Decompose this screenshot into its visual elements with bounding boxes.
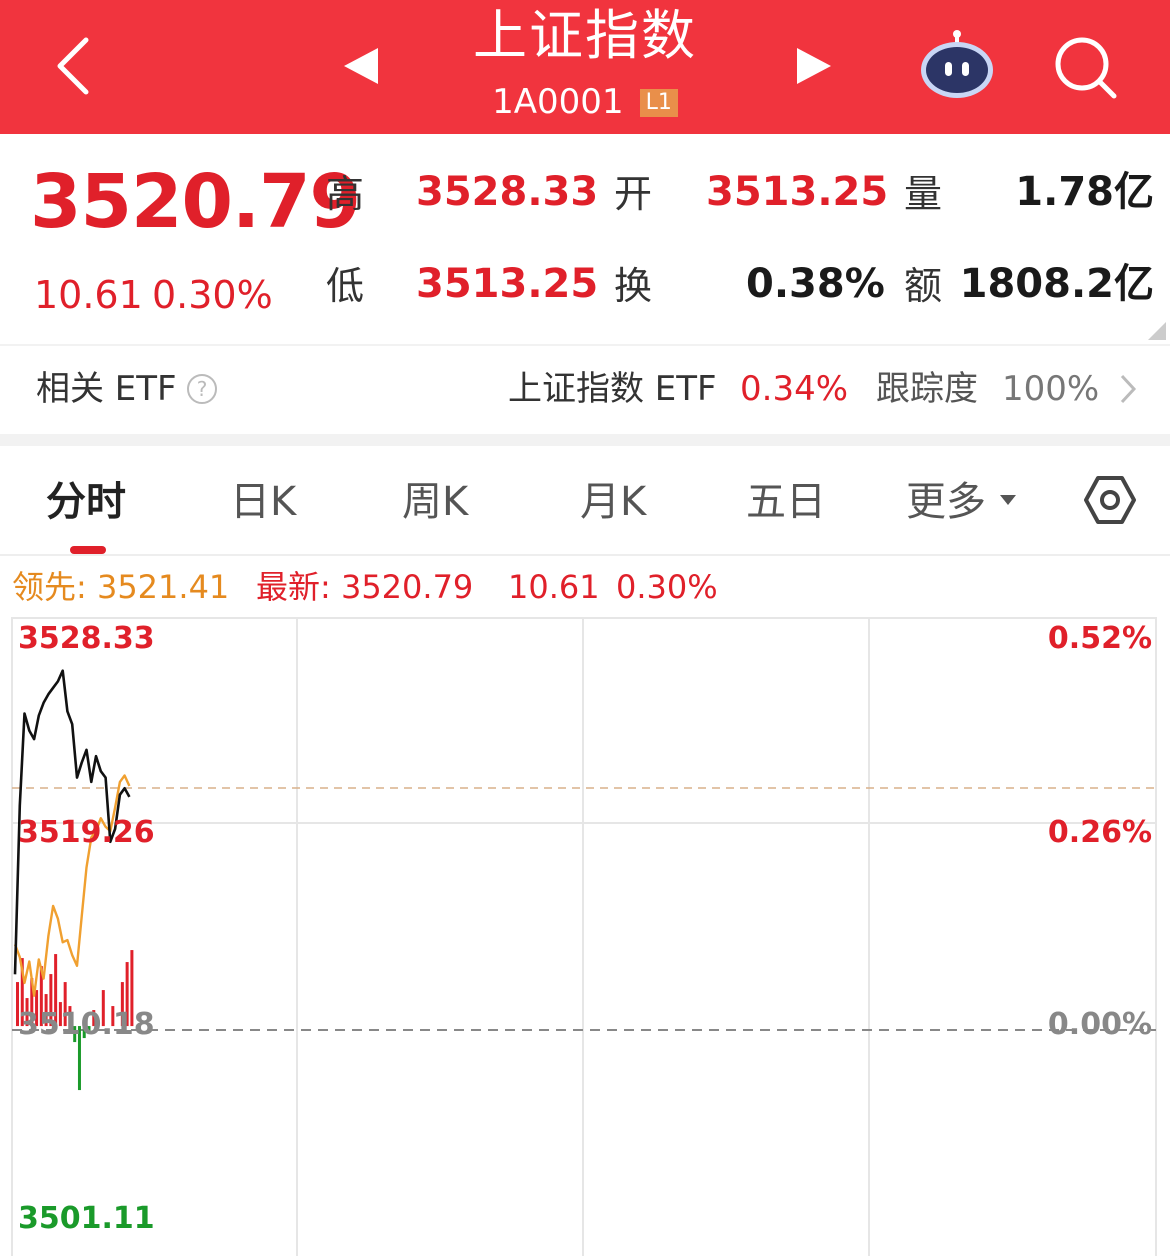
active-tab-indicator (70, 546, 106, 554)
divider (0, 344, 1170, 346)
next-index-icon[interactable] (795, 44, 835, 88)
volume-value: 1.78亿 (1015, 169, 1154, 215)
open-value: 3513.25 (706, 169, 889, 215)
related-etf-label: 相关 ETF (36, 369, 177, 409)
high-value: 3528.33 (416, 169, 599, 215)
price-change: 10.61 (34, 273, 143, 317)
current-price: 3520.79 (30, 159, 361, 245)
amount-value: 1808.2亿 (959, 261, 1154, 307)
axis-labels: 3528.33 3519.26 3510.18 3501.11 0.52% 0.… (18, 621, 1152, 1236)
intraday-chart[interactable]: 3528.33 3519.26 3510.18 3501.11 0.52% 0.… (0, 600, 1170, 1256)
turnover-value: 0.38% (746, 261, 885, 307)
tab-five-day[interactable]: 五日 (746, 474, 826, 530)
price-change-percent: 0.30% (152, 273, 273, 317)
chart-grid (11, 617, 1157, 1256)
etf-change-percent: 0.34% (740, 369, 849, 409)
svg-text:?: ? (197, 377, 208, 401)
y-right-tick: 0.26% (1048, 815, 1152, 850)
y-left-tick: 3510.18 (18, 1007, 155, 1042)
amount-label: 额 (904, 264, 943, 308)
tab-weekly-k[interactable]: 周K (402, 474, 468, 530)
section-gap (0, 434, 1170, 446)
low-label: 低 (326, 264, 365, 308)
tab-more[interactable]: 更多 (906, 474, 986, 530)
y-left-tick: 3528.33 (18, 621, 155, 656)
caret-down-icon[interactable] (998, 493, 1018, 507)
volume-label: 量 (904, 172, 943, 216)
index-code: 1A0001 (492, 82, 624, 122)
chart-settings-icon[interactable] (1082, 472, 1138, 528)
chevron-right-icon[interactable] (1118, 372, 1138, 406)
tabs-divider (0, 554, 1170, 556)
low-value: 3513.25 (416, 261, 599, 307)
y-left-tick: 3501.11 (18, 1201, 155, 1236)
robot-assistant-icon[interactable] (918, 28, 996, 100)
lead-line (13, 774, 131, 997)
turnover-label: 换 (614, 264, 653, 308)
level-badge: L1 (639, 89, 678, 117)
expand-corner-icon[interactable] (1148, 322, 1166, 340)
help-icon[interactable]: ? (186, 373, 218, 405)
tab-intraday[interactable]: 分时 (46, 474, 126, 530)
y-right-tick: 0.52% (1048, 621, 1152, 656)
tracking-value: 100% (1002, 369, 1100, 409)
y-right-tick: 0.00% (1048, 1007, 1152, 1042)
tab-monthly-k[interactable]: 月K (580, 474, 646, 530)
search-icon[interactable] (1052, 34, 1120, 102)
tab-daily-k[interactable]: 日K (230, 474, 296, 530)
high-label: 高 (326, 172, 365, 216)
etf-name-link[interactable]: 上证指数 ETF (508, 366, 717, 412)
y-left-tick: 3519.26 (18, 815, 155, 850)
tracking-label: 跟踪度 (876, 369, 978, 409)
open-label: 开 (614, 172, 653, 216)
